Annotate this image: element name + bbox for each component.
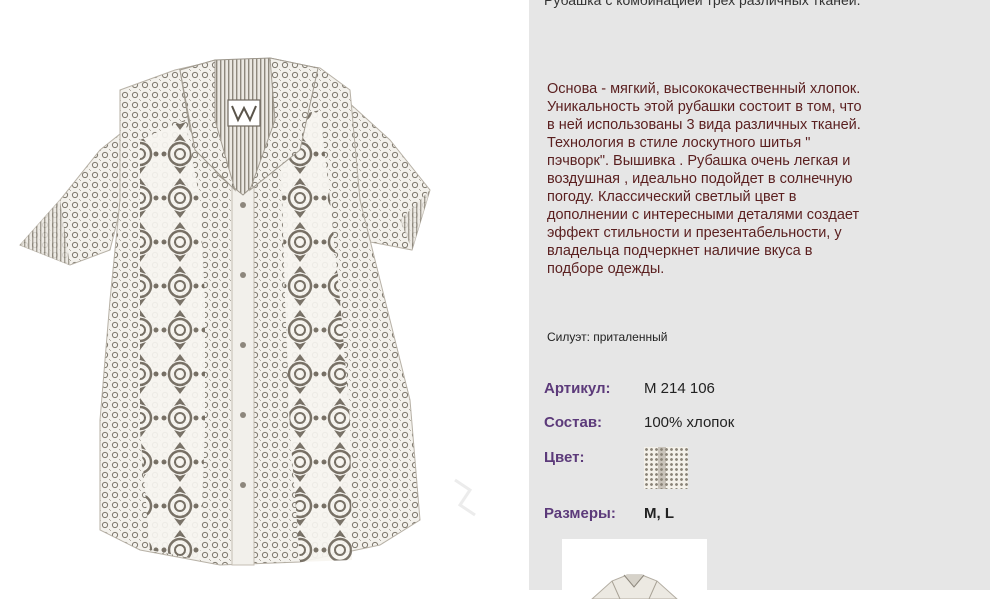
shirt-thumbnail-icon: [591, 574, 678, 599]
article-value: M 214 106: [644, 380, 715, 397]
product-image-area: [0, 0, 529, 590]
product-details-panel: Рубашка с комбинацией трех различных тка…: [529, 0, 990, 599]
product-subtitle: Рубашка с комбинацией трех различных тка…: [544, 0, 861, 8]
product-description: Основа - мягкий, высококачественный хлоп…: [547, 81, 862, 277]
composition-label: Состав:: [544, 414, 603, 431]
sizes-value: M, L: [644, 505, 674, 522]
color-swatch[interactable]: [644, 447, 688, 489]
sizes-label: Размеры:: [544, 505, 616, 522]
product-thumbnail[interactable]: [562, 539, 707, 599]
product-photo: [19, 57, 476, 566]
color-label: Цвет:: [544, 449, 585, 466]
composition-value: 100% хлопок: [644, 414, 735, 431]
article-label: Артикул:: [544, 380, 611, 397]
silhouette-info: Силуэт: приталенный: [547, 330, 668, 344]
